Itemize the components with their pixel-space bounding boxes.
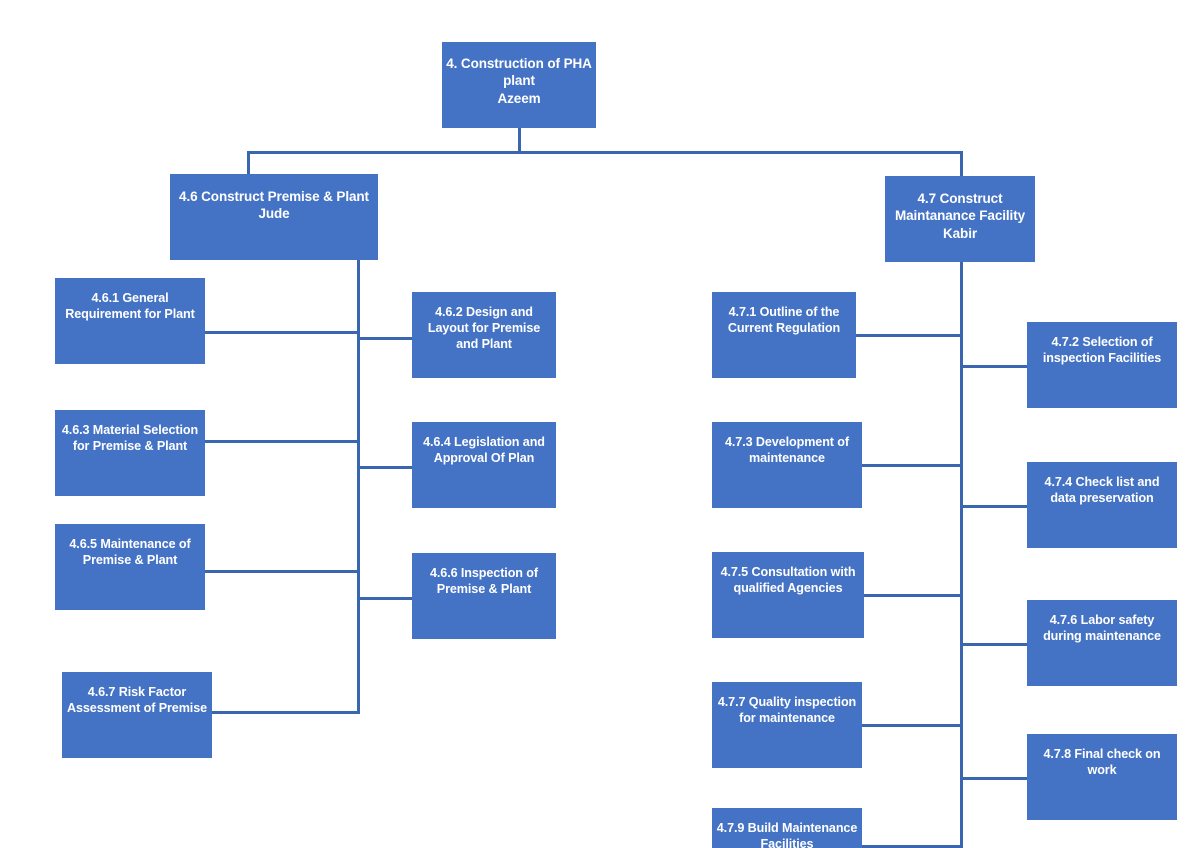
connector-top-bus bbox=[247, 151, 963, 154]
node-4-7-6[interactable]: 4.7.6 Labor safety during maintenance bbox=[1027, 600, 1177, 686]
connector-stub-4-7-6 bbox=[960, 643, 1027, 646]
node-4-7-4[interactable]: 4.7.4 Check list and data preservation bbox=[1027, 462, 1177, 548]
connector-stub-4-7-7 bbox=[862, 724, 963, 727]
node-4-6-3[interactable]: 4.6.3 Material Selection for Premise & P… bbox=[55, 410, 205, 496]
connector-stub-4-6-6 bbox=[357, 597, 412, 600]
node-4-7-3[interactable]: 4.7.3 Development of maintenance bbox=[712, 422, 862, 508]
node-4-6-7[interactable]: 4.6.7 Risk Factor Assessment of Premise bbox=[62, 672, 212, 758]
connector-stub-4-6-1 bbox=[205, 331, 360, 334]
connector-stub-4-7-1 bbox=[856, 334, 963, 337]
connector-drop-to-4-7 bbox=[960, 151, 963, 177]
node-4-7-8[interactable]: 4.7.8 Final check on work bbox=[1027, 734, 1177, 820]
connector-stub-4-7-4 bbox=[960, 505, 1027, 508]
connector-stub-4-6-4 bbox=[357, 466, 412, 469]
node-4-7-1[interactable]: 4.7.1 Outline of the Current Regulation bbox=[712, 292, 856, 378]
connector-stub-4-6-7 bbox=[212, 711, 360, 714]
wbs-diagram-canvas: 4. Construction of PHA plant Azeem 4.6 C… bbox=[0, 0, 1200, 848]
node-4-6-5[interactable]: 4.6.5 Maintenance of Premise & Plant bbox=[55, 524, 205, 610]
node-4-6-4[interactable]: 4.6.4 Legislation and Approval Of Plan bbox=[412, 422, 556, 508]
connector-stub-4-6-2 bbox=[357, 337, 412, 340]
node-4-7-7[interactable]: 4.7.7 Quality inspection for maintenance bbox=[712, 682, 862, 768]
node-4-7-construct-maintanance-facility[interactable]: 4.7 Construct Maintanance Facility Kabir bbox=[885, 176, 1035, 262]
node-root-4-construction-of-pha-plant[interactable]: 4. Construction of PHA plant Azeem bbox=[442, 42, 596, 128]
node-4-6-1[interactable]: 4.6.1 General Requirement for Plant bbox=[55, 278, 205, 364]
connector-trunk-4-7 bbox=[960, 262, 963, 848]
node-4-7-2[interactable]: 4.7.2 Selection of inspection Facilities bbox=[1027, 322, 1177, 408]
connector-stub-4-7-3 bbox=[862, 464, 963, 467]
node-4-6-6[interactable]: 4.6.6 Inspection of Premise & Plant bbox=[412, 553, 556, 639]
connector-root-stem bbox=[518, 128, 521, 153]
connector-stub-4-6-3 bbox=[205, 440, 360, 443]
connector-stub-4-7-5 bbox=[864, 594, 963, 597]
node-4-7-9[interactable]: 4.7.9 Build Maintenance Facilities bbox=[712, 808, 862, 848]
connector-drop-to-4-6 bbox=[247, 151, 250, 175]
connector-trunk-4-6 bbox=[357, 260, 360, 714]
connector-stub-4-6-5 bbox=[205, 570, 360, 573]
node-4-6-2[interactable]: 4.6.2 Design and Layout for Premise and … bbox=[412, 292, 556, 378]
connector-stub-4-7-8 bbox=[960, 777, 1027, 780]
node-4-6-construct-premise-and-plant[interactable]: 4.6 Construct Premise & Plant Jude bbox=[170, 174, 378, 260]
connector-stub-4-7-2 bbox=[960, 365, 1027, 368]
node-4-7-5[interactable]: 4.7.5 Consultation with qualified Agenci… bbox=[712, 552, 864, 638]
